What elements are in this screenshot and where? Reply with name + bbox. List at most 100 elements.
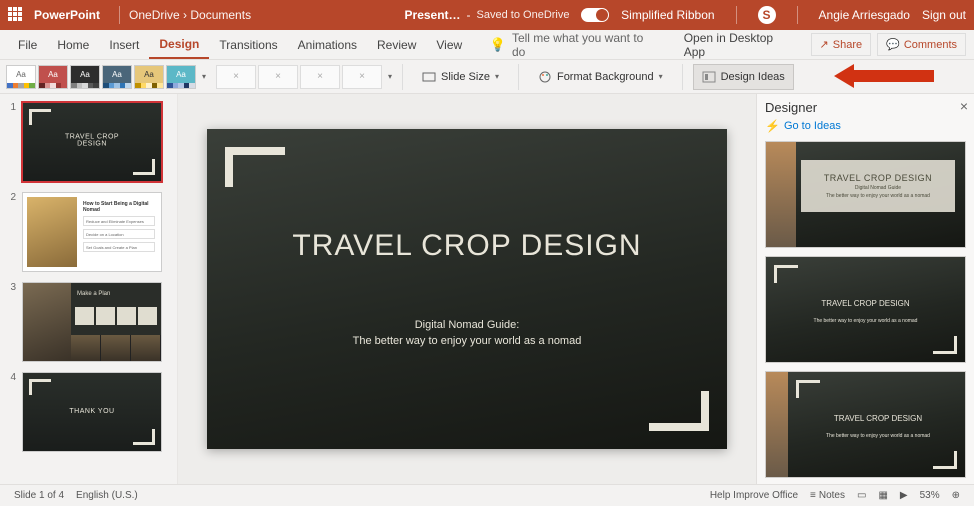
theme-thumb[interactable]: Aa [134, 65, 164, 89]
slide-canvas[interactable]: TRAVEL CROP DESIGN Digital Nomad Guide: … [178, 94, 756, 484]
sign-out-link[interactable]: Sign out [922, 8, 966, 22]
variant-gallery[interactable]: × × × × ▾ [216, 65, 392, 89]
idea-sub: The better way to enjoy your world as a … [826, 193, 930, 199]
thumb-title: How to Start Being a Digital Nomad [83, 201, 155, 213]
go-to-ideas-link[interactable]: ⚡ Go to Ideas [765, 119, 966, 133]
design-idea-3[interactable]: TRAVEL CROP DESIGN The better way to enj… [765, 371, 966, 478]
comment-icon: 💬 [886, 38, 900, 51]
slide-counter[interactable]: Slide 1 of 4 [8, 490, 70, 501]
idea-sub: The better way to enjoy your world as a … [791, 433, 965, 439]
tell-me-placeholder: Tell me what you want to do [512, 31, 656, 59]
designer-title: Designer [765, 100, 966, 115]
normal-view-icon[interactable]: ▭ [851, 490, 872, 501]
ribbon: Aa Aa Aa Aa Aa Aa ▾ × × × × ▾ Slide Size… [0, 60, 974, 94]
thumb-title: TRAVEL CROP DESIGN [65, 134, 119, 148]
slide-thumb-3[interactable]: Make a Plan [22, 282, 162, 362]
idea-title: TRAVEL CROP DESIGN [824, 173, 932, 183]
theme-thumb[interactable]: Aa [38, 65, 68, 89]
skype-icon[interactable]: S [758, 6, 776, 24]
slide-thumb-4[interactable]: THANK YOU [22, 372, 162, 452]
divider [736, 6, 737, 24]
save-status: Saved to OneDrive [477, 9, 570, 21]
slide-thumbnail-panel[interactable]: 1 TRAVEL CROP DESIGN 2 How to Start Bein… [0, 94, 178, 484]
share-icon: ↗ [820, 38, 829, 51]
help-improve-link[interactable]: Help Improve Office [704, 490, 804, 501]
thumb-title: THANK YOU [69, 408, 114, 415]
breadcrumb-documents[interactable]: Documents [190, 8, 251, 22]
current-slide[interactable]: TRAVEL CROP DESIGN Digital Nomad Guide: … [207, 129, 727, 449]
user-name[interactable]: Angie Arriesgado [819, 8, 910, 22]
tell-me-search[interactable]: 💡 Tell me what you want to do [490, 31, 656, 59]
design-ideas-button[interactable]: Design Ideas [693, 64, 794, 90]
designer-pane: × Designer ⚡ Go to Ideas TRAVEL CROP DES… [756, 94, 974, 484]
variant-thumb[interactable]: × [300, 65, 340, 89]
design-ideas-list[interactable]: TRAVEL CROP DESIGN Digital Nomad Guide T… [765, 141, 966, 478]
tab-design[interactable]: Design [149, 31, 209, 59]
tab-file[interactable]: File [8, 32, 47, 58]
thumb-row: Set Goals and Create a Plan [83, 242, 155, 252]
divider [797, 6, 798, 24]
slide-thumb-2[interactable]: How to Start Being a Digital Nomad Reduc… [22, 192, 162, 272]
app-launcher-icon[interactable] [8, 7, 24, 23]
close-icon[interactable]: × [960, 98, 968, 114]
design-idea-1[interactable]: TRAVEL CROP DESIGN Digital Nomad Guide T… [765, 141, 966, 248]
chevron-down-icon[interactable]: ▾ [388, 72, 392, 81]
theme-thumb[interactable]: Aa [6, 65, 36, 89]
tab-review[interactable]: Review [367, 32, 426, 58]
tab-view[interactable]: View [426, 32, 472, 58]
bracket-decoration [649, 391, 709, 431]
divider [119, 6, 120, 24]
open-desktop-link[interactable]: Open in Desktop App [674, 25, 805, 65]
slide-size-icon [422, 70, 436, 84]
thumb-row: Decide on a Location [83, 229, 155, 239]
idea-sub: The better way to enjoy your world as a … [766, 318, 965, 324]
slide-subtitle-2[interactable]: The better way to enjoy your world as a … [207, 335, 727, 347]
tab-home[interactable]: Home [47, 32, 99, 58]
tab-transitions[interactable]: Transitions [209, 32, 287, 58]
zoom-level[interactable]: 53% [914, 490, 946, 501]
chevron-down-icon[interactable]: ▾ [202, 72, 206, 81]
fit-to-window-icon[interactable]: ⊕ [946, 490, 966, 501]
workspace: 1 TRAVEL CROP DESIGN 2 How to Start Bein… [0, 94, 974, 484]
design-idea-2[interactable]: TRAVEL CROP DESIGN The better way to enj… [765, 256, 966, 363]
idea-title: TRAVEL CROP DESIGN [791, 414, 965, 423]
variant-thumb[interactable]: × [342, 65, 382, 89]
bracket-decoration [225, 147, 285, 187]
language-status[interactable]: English (U.S.) [70, 490, 144, 501]
theme-gallery[interactable]: Aa Aa Aa Aa Aa Aa ▾ [6, 65, 206, 89]
tab-animations[interactable]: Animations [288, 32, 367, 58]
format-background-button[interactable]: Format Background▾ [529, 64, 672, 90]
bolt-icon: ⚡ [765, 119, 780, 133]
document-name[interactable]: Present… [405, 8, 461, 22]
theme-thumb[interactable]: Aa [102, 65, 132, 89]
dash: - [467, 8, 471, 22]
variant-thumb[interactable]: × [258, 65, 298, 89]
tab-insert[interactable]: Insert [99, 32, 149, 58]
slideshow-icon[interactable]: ▶ [894, 490, 914, 501]
slide-size-button[interactable]: Slide Size▾ [413, 64, 508, 90]
app-name: PowerPoint [34, 8, 100, 22]
design-ideas-icon [702, 70, 716, 84]
separator [682, 64, 683, 90]
separator [518, 64, 519, 90]
slide-subtitle-1[interactable]: Digital Nomad Guide: [207, 319, 727, 331]
notes-button[interactable]: ≡ Notes [804, 490, 851, 501]
idea-title: TRAVEL CROP DESIGN [766, 299, 965, 308]
thumb-number: 4 [6, 372, 16, 452]
simplified-ribbon-label: Simplified Ribbon [621, 8, 714, 22]
breadcrumb-onedrive[interactable]: OneDrive [129, 8, 180, 22]
share-button[interactable]: ↗Share [811, 33, 872, 56]
theme-thumb[interactable]: Aa [166, 65, 196, 89]
callout-arrow [834, 62, 934, 90]
status-bar: Slide 1 of 4 English (U.S.) Help Improve… [0, 484, 974, 506]
sorter-view-icon[interactable]: ▦ [872, 490, 893, 501]
separator [402, 64, 403, 90]
slide-thumb-1[interactable]: TRAVEL CROP DESIGN [22, 102, 162, 182]
thumb-row: Reduce and Eliminate Expenses [83, 216, 155, 226]
theme-thumb[interactable]: Aa [70, 65, 100, 89]
slide-title[interactable]: TRAVEL CROP DESIGN [207, 229, 727, 263]
title-bar: PowerPoint OneDrive › Documents Present…… [0, 0, 974, 30]
simplified-ribbon-toggle[interactable] [581, 8, 609, 22]
comments-button[interactable]: 💬Comments [877, 33, 966, 56]
variant-thumb[interactable]: × [216, 65, 256, 89]
